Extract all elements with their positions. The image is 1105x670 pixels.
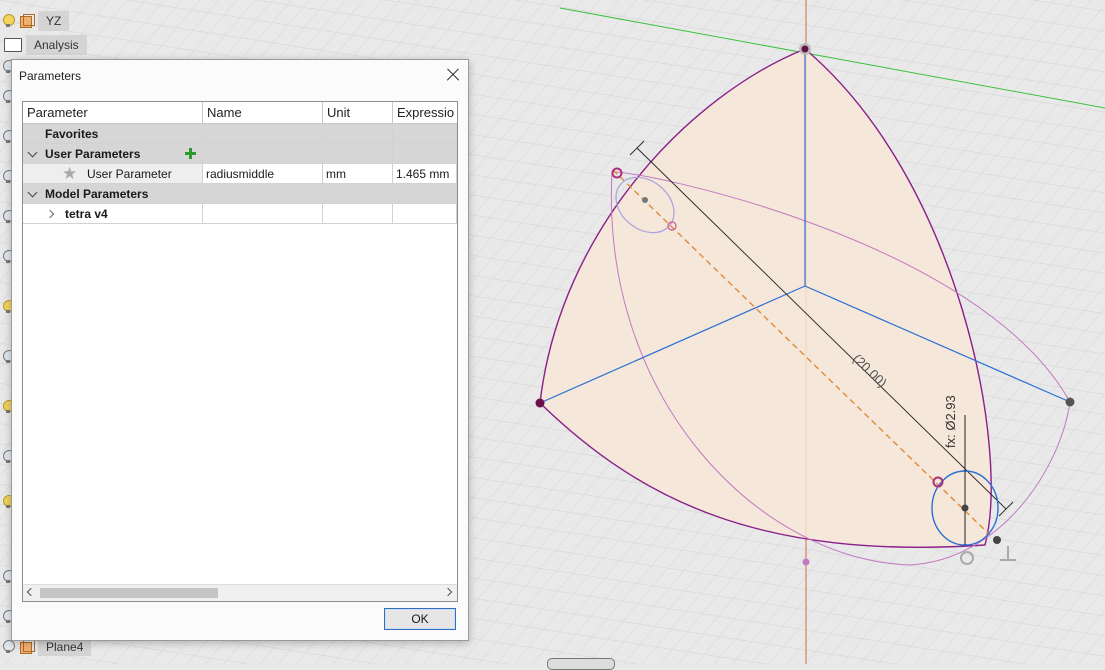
user-parameters-label: User Parameters xyxy=(45,147,141,161)
group-cell xyxy=(393,124,457,144)
column-header-name[interactable]: Name xyxy=(203,102,323,124)
bottom-toolbar-tab[interactable] xyxy=(547,658,615,670)
close-icon[interactable] xyxy=(444,66,462,84)
vertex-right[interactable] xyxy=(1065,397,1075,407)
empty-cell xyxy=(323,204,393,224)
name-cell[interactable]: radiusmiddle xyxy=(203,164,323,184)
parameter-cell: ★ User Parameter xyxy=(23,164,203,184)
empty-cell xyxy=(393,204,457,224)
empty-cell xyxy=(203,204,323,224)
dimension-diameter-label[interactable]: fx: Ø2.93 xyxy=(943,395,958,448)
vertex-bottom[interactable] xyxy=(802,558,810,566)
table-row[interactable]: ★ User Parameter radiusmiddle mm 1.465 m… xyxy=(23,164,457,184)
dialog-title: Parameters xyxy=(19,69,82,83)
point-corner[interactable] xyxy=(993,536,1001,544)
group-row-favorites[interactable]: Favorites xyxy=(23,124,457,144)
chevron-right-icon[interactable] xyxy=(45,209,55,219)
vertex-top-core[interactable] xyxy=(801,45,809,53)
parameters-table: Parameter Name Unit Expressio Favorites … xyxy=(22,101,458,602)
group-label: Model Parameters xyxy=(23,184,457,204)
group-row-model-parameters[interactable]: Model Parameters xyxy=(23,184,457,204)
table-row[interactable]: tetra v4 xyxy=(23,204,457,224)
expression-cell[interactable]: 1.465 mm xyxy=(393,164,457,184)
vertex-left[interactable] xyxy=(535,398,545,408)
column-header-parameter[interactable]: Parameter xyxy=(23,102,203,124)
browser-item-label: Analysis xyxy=(26,35,87,55)
folder-icon xyxy=(4,38,22,52)
parameter-cell: tetra v4 xyxy=(23,204,203,224)
model-name-label: tetra v4 xyxy=(65,207,108,221)
parameter-type-label: User Parameter xyxy=(87,167,172,181)
browser-item-yz[interactable]: YZ xyxy=(0,11,70,31)
chevron-down-icon[interactable] xyxy=(27,147,38,158)
chevron-down-icon[interactable] xyxy=(27,187,38,198)
scroll-right-icon[interactable] xyxy=(443,587,453,597)
horizontal-scrollbar[interactable] xyxy=(23,584,457,601)
unit-cell[interactable]: mm xyxy=(323,164,393,184)
browser-item-label: YZ xyxy=(38,11,70,31)
star-icon[interactable]: ★ xyxy=(62,164,77,183)
model-parameters-label: Model Parameters xyxy=(45,187,149,201)
parameters-dialog: Parameters Parameter Name Unit Expressio… xyxy=(11,59,469,641)
group-cell xyxy=(203,144,323,164)
plane-icon xyxy=(20,640,35,654)
add-parameter-icon[interactable] xyxy=(185,148,196,159)
lightbulb-icon[interactable] xyxy=(2,14,15,28)
group-cell xyxy=(323,144,393,164)
plane-icon xyxy=(20,14,35,28)
group-cell xyxy=(393,144,457,164)
group-label: Favorites xyxy=(23,124,203,144)
column-header-expression[interactable]: Expressio xyxy=(393,102,457,124)
column-header-unit[interactable]: Unit xyxy=(323,102,393,124)
point-center-bottom[interactable] xyxy=(961,504,969,512)
scroll-left-icon[interactable] xyxy=(26,587,36,597)
scroll-thumb[interactable] xyxy=(40,588,218,598)
group-row-user-parameters[interactable]: User Parameters xyxy=(23,144,457,164)
favorites-label: Favorites xyxy=(45,127,99,141)
point-mid-left[interactable] xyxy=(642,197,648,203)
group-cell xyxy=(203,124,323,144)
group-cell xyxy=(323,124,393,144)
ok-button[interactable]: OK xyxy=(384,608,456,630)
group-label: User Parameters xyxy=(23,144,203,164)
lightbulb-icon[interactable] xyxy=(2,640,15,654)
browser-item-analysis[interactable]: Analysis xyxy=(0,35,87,55)
